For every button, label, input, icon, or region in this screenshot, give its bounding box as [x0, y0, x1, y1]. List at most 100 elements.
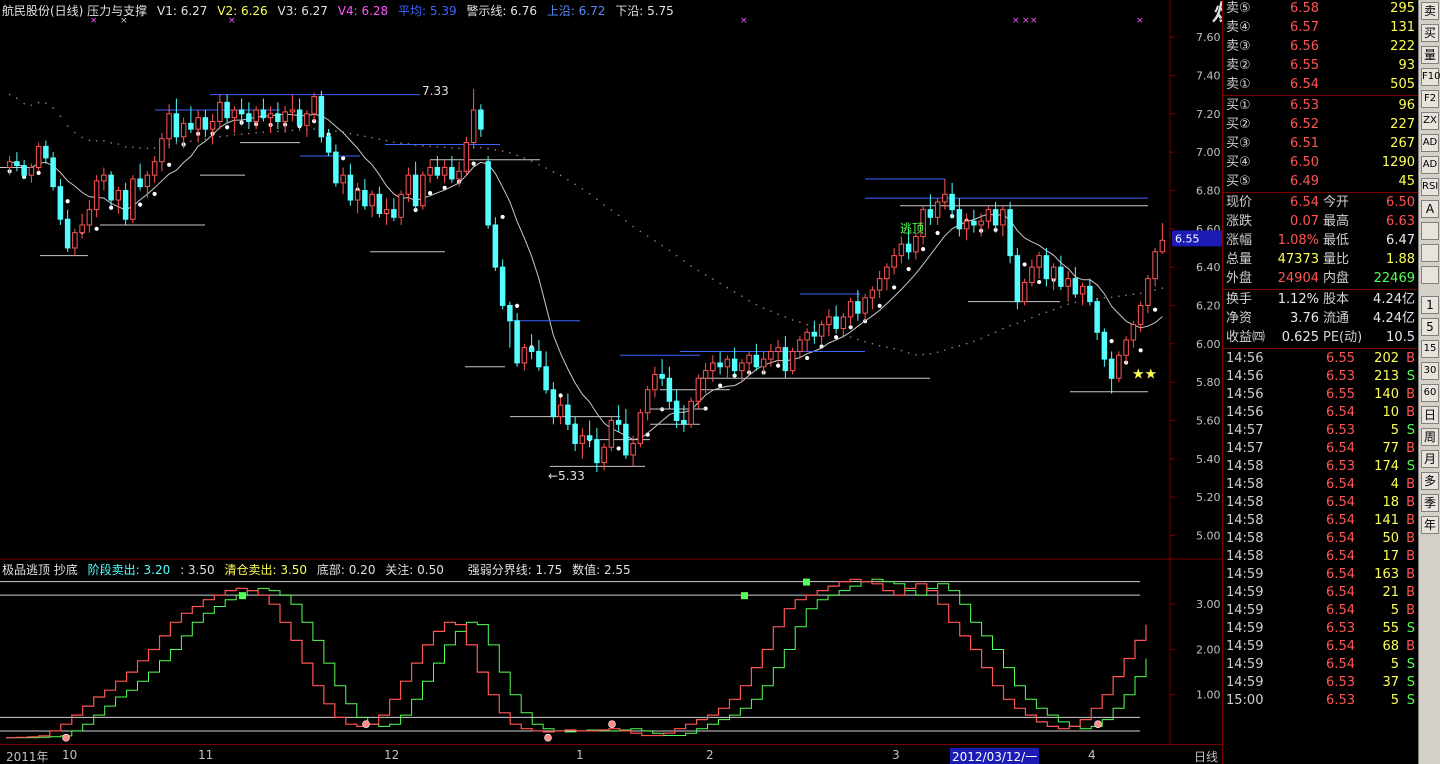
stat-label: 现价	[1226, 195, 1253, 210]
signal-marker: ×	[1030, 16, 1038, 26]
tick-side: B	[1406, 351, 1415, 366]
long-ma-dot	[1110, 296, 1113, 299]
tick-volume: 141	[1374, 513, 1399, 528]
toolbar-button-10[interactable]	[1421, 222, 1439, 240]
toolbar-button-18[interactable]: 日	[1421, 406, 1439, 424]
toolbar-button-20[interactable]: 月	[1421, 450, 1439, 468]
long-ma-dot	[1074, 301, 1077, 304]
long-ma-dot	[922, 353, 924, 356]
fundamental-row: 净资 3.76 流通 4.24亿	[1223, 310, 1419, 328]
candle-up	[282, 111, 288, 122]
tick-price: 6.53	[1326, 459, 1355, 474]
candle-up	[1079, 285, 1086, 295]
ma-dot	[36, 170, 41, 175]
toolbar-button-9[interactable]: A	[1421, 200, 1439, 218]
toolbar-button-11[interactable]	[1421, 244, 1439, 262]
stat-value: 47373	[1277, 252, 1319, 267]
toolbar-button-23[interactable]: 年	[1421, 516, 1439, 534]
toolbar-button-21[interactable]: 多	[1421, 472, 1439, 490]
legend-warn: 警示线: 6.76	[466, 4, 537, 18]
ask-row: 卖③ 6.56 222	[1223, 38, 1419, 56]
candle-up	[884, 266, 890, 280]
toolbar-button-4[interactable]: F2	[1421, 90, 1439, 108]
stat-label: 涨幅	[1226, 233, 1253, 248]
toolbar-button-12[interactable]	[1421, 266, 1439, 284]
candle-down	[485, 161, 491, 226]
price-tick-label: 5.80	[1196, 376, 1221, 389]
tick-row: 14:58 6.54 17 B	[1223, 548, 1419, 566]
toolbar-button-0[interactable]: 卖	[1421, 2, 1439, 20]
candle-up	[28, 166, 35, 176]
panel-separator	[1223, 192, 1419, 193]
indicator-chart[interactable]: 3.00 2.00 1.00	[0, 560, 1222, 744]
ask-label: 卖①	[1226, 77, 1251, 92]
long-ma-dot	[871, 342, 874, 345]
candle-up	[1065, 278, 1071, 287]
ma-dot	[428, 191, 433, 196]
top-signal-marker	[239, 592, 246, 600]
toolbar-button-5[interactable]: ZX	[1421, 112, 1439, 130]
long-ma-dot	[857, 338, 859, 341]
toolbar-button-16[interactable]: 30	[1421, 362, 1439, 380]
toolbar-button-3[interactable]: F10	[1421, 68, 1440, 86]
long-ma-dot	[559, 174, 562, 177]
ma-dot	[805, 355, 810, 361]
long-ma-dot	[719, 282, 721, 285]
toolbar-button-19[interactable]: 周	[1421, 428, 1439, 446]
candle-up	[978, 220, 984, 226]
toolbar-button-2[interactable]: 量	[1421, 46, 1439, 64]
candle-down	[43, 145, 49, 159]
price-tick-label: 5.20	[1196, 491, 1221, 504]
legend-lower: 下沿: 5.75	[615, 4, 674, 18]
ask-volume: 505	[1390, 77, 1415, 92]
long-ma-dot	[690, 265, 692, 267]
long-ma-dot	[965, 342, 968, 345]
tick-price: 6.54	[1326, 477, 1355, 492]
candle-up	[746, 354, 752, 364]
candle-up	[652, 373, 658, 391]
bottom-signal-marker	[62, 733, 70, 742]
signal-marker: ×	[1022, 16, 1030, 26]
toolbar-button-13[interactable]: 1	[1421, 296, 1439, 314]
tick-row: 14:58 6.53 174 S	[1223, 458, 1419, 476]
tick-row: 14:59 6.53 37 S	[1223, 674, 1419, 692]
signal-marker: ×	[1012, 16, 1020, 26]
period-daily-label[interactable]: 日线	[1194, 748, 1218, 764]
toolbar-button-15[interactable]: 15	[1421, 340, 1439, 358]
candle-down	[21, 165, 27, 176]
long-ma-dot	[298, 129, 301, 131]
toolbar-button-6[interactable]: AD	[1421, 134, 1439, 152]
price-tick-label: 6.40	[1196, 261, 1221, 274]
ask-row: 卖④ 6.57 131	[1223, 19, 1419, 37]
kline-chart-area[interactable]: 7.60 7.40 7.20 7.00 6.80 6.60 6.40 6.20 6.00 5.80…	[0, 0, 1222, 764]
toolbar-button-8[interactable]: RSI	[1421, 178, 1439, 196]
date-label-apr: 4	[1088, 748, 1096, 762]
candle-down	[992, 209, 999, 226]
candle-down	[238, 109, 245, 115]
candle-up	[267, 113, 274, 119]
long-ma-dot	[610, 209, 613, 211]
candle-down	[449, 166, 455, 180]
long-ma-dot	[255, 131, 257, 134]
toolbar-button-14[interactable]: 5	[1421, 318, 1439, 336]
candle-up	[86, 209, 93, 226]
candle-up	[456, 170, 462, 180]
long-ma-dot	[436, 146, 439, 148]
ask-row: 卖⑤ 6.58 295	[1223, 0, 1419, 18]
fundamental-value: 10.5	[1386, 330, 1415, 345]
toolbar-button-1[interactable]: 买	[1421, 24, 1439, 42]
candle-down	[50, 157, 56, 188]
ask-label: 卖④	[1226, 20, 1251, 35]
signal-marker: ×	[740, 16, 748, 26]
ma-dot	[515, 303, 520, 308]
ma-dot	[138, 202, 143, 207]
candle-down	[260, 109, 267, 119]
main-candlestick-chart[interactable]: 7.607.407.207.006.806.606.406.206.005.80…	[0, 0, 1222, 560]
toolbar-button-17[interactable]: 60	[1421, 384, 1439, 402]
price-tick-label: 7.60	[1196, 31, 1221, 44]
toolbar-button-22[interactable]: 季	[1421, 494, 1439, 512]
toolbar-button-7[interactable]: AD	[1421, 156, 1439, 174]
price-tick-label: 6.00	[1196, 338, 1221, 351]
candle-up	[115, 189, 122, 201]
tick-time: 14:58	[1226, 495, 1264, 510]
